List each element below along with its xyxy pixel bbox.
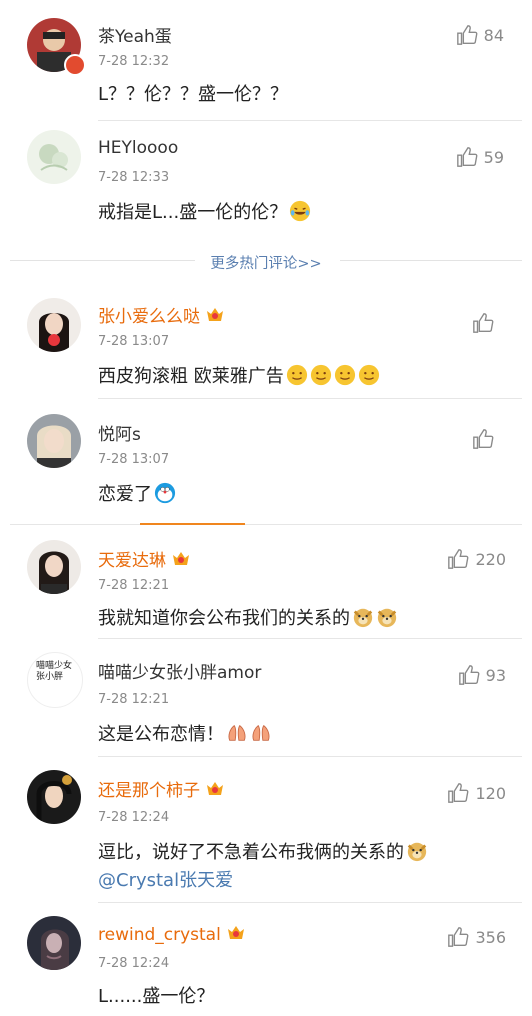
comment-text: 恋爱了 bbox=[98, 480, 176, 506]
like-count: 220 bbox=[475, 549, 506, 569]
smile-emoji-icon bbox=[310, 364, 331, 386]
comment-item: rewind_crystal 7-28 12:24 L......盛一伦？ 35… bbox=[10, 902, 522, 1006]
doge-emoji-icon bbox=[377, 608, 397, 628]
comment-author[interactable]: 茶Yeah蛋 bbox=[98, 22, 172, 47]
thumbs-up-icon bbox=[448, 783, 469, 803]
comment-text: 逗比，说好了不急着公布我俩的关系的 bbox=[98, 838, 428, 864]
comment-text: 戒指是L...盛一伦的伦？ bbox=[98, 198, 311, 224]
thumbs-up-icon bbox=[458, 665, 480, 685]
comment-time: 7-28 13:07 bbox=[98, 452, 170, 467]
comment-text: 这是公布恋情！ bbox=[98, 720, 272, 746]
avatar-calligraphy-text: 喵喵少女张小胖 bbox=[36, 661, 73, 682]
like-button[interactable]: 84 bbox=[456, 24, 504, 46]
smile-emoji-icon bbox=[286, 364, 307, 386]
thumbs-up-icon bbox=[473, 429, 494, 449]
avatar[interactable] bbox=[27, 770, 81, 824]
avatar[interactable] bbox=[27, 916, 81, 970]
comment-time: 7-28 12:24 bbox=[98, 956, 170, 971]
bow-hands-emoji-icon bbox=[252, 724, 270, 741]
doge-emoji-icon bbox=[407, 842, 427, 862]
doraemon-emoji-icon bbox=[154, 482, 176, 504]
like-count: 84 bbox=[483, 25, 504, 45]
comment-time: 7-28 12:24 bbox=[98, 810, 170, 825]
thumbs-up-icon bbox=[456, 147, 478, 167]
comment-item: 喵喵少女张小胖 喵喵少女张小胖amor 7-28 12:21 这是公布恋情！ 9… bbox=[10, 638, 522, 754]
comment-text: L......盛一伦？ bbox=[98, 986, 215, 1006]
comment-text: L？？伦？？盛一伦？？ bbox=[98, 84, 289, 105]
avatar[interactable] bbox=[27, 130, 81, 184]
comment-time: 7-28 12:33 bbox=[98, 170, 170, 185]
thumbs-up-icon bbox=[448, 927, 469, 947]
more-hot-comments-link[interactable]: 更多热门评论>> bbox=[10, 252, 522, 273]
like-button[interactable]: 220 bbox=[447, 548, 506, 570]
mention-link[interactable]: @Crystal张天爱 bbox=[98, 866, 233, 892]
like-count: 93 bbox=[485, 665, 506, 685]
vip-crown-icon bbox=[227, 926, 244, 939]
comment-author[interactable]: 张小爱么么哒 bbox=[98, 302, 225, 327]
like-count: 356 bbox=[475, 927, 506, 947]
comment-text: 西皮狗滚粗 欧莱雅广告 bbox=[98, 362, 380, 388]
like-button[interactable]: 356 bbox=[447, 926, 506, 948]
comment-item: 张小爱么么哒 7-28 13:07 西皮狗滚粗 欧莱雅广告 bbox=[10, 284, 522, 396]
comment-time: 7-28 12:21 bbox=[98, 692, 170, 707]
avatar[interactable]: 喵喵少女张小胖 bbox=[27, 652, 83, 708]
comment-time: 7-28 12:21 bbox=[98, 578, 170, 593]
bow-hands-emoji-icon bbox=[228, 724, 246, 741]
comment-item: 悦阿s 7-28 13:07 恋爱了 bbox=[10, 398, 522, 520]
comment-time: 7-28 12:32 bbox=[98, 54, 170, 69]
smile-emoji-icon bbox=[334, 364, 355, 386]
like-count: 120 bbox=[475, 783, 506, 803]
comment-text: 我就知道你会公布我们的关系的 bbox=[98, 604, 398, 630]
comment-author[interactable]: HEYloooo bbox=[98, 138, 178, 158]
like-button[interactable]: 93 bbox=[458, 664, 506, 686]
avatar[interactable] bbox=[27, 414, 81, 468]
avatar[interactable] bbox=[27, 540, 81, 594]
comment-item: 还是那个柿子 7-28 12:24 逗比，说好了不急着公布我俩的关系的 @Cry… bbox=[10, 756, 522, 902]
comment-author[interactable]: rewind_crystal bbox=[98, 924, 246, 945]
comment-time: 7-28 13:07 bbox=[98, 334, 170, 349]
section-divider bbox=[10, 524, 522, 525]
vip-crown-icon bbox=[207, 782, 223, 795]
thumbs-up-icon bbox=[448, 549, 469, 569]
vip-crown-icon bbox=[173, 552, 189, 565]
avatar[interactable] bbox=[27, 298, 81, 352]
comment-author[interactable]: 还是那个柿子 bbox=[98, 776, 225, 801]
comment-item: 天爱达琳 7-28 12:21 我就知道你会公布我们的关系的 220 bbox=[10, 526, 522, 638]
comment-author[interactable]: 喵喵少女张小胖amor bbox=[98, 658, 261, 683]
comments-panel: 茶Yeah蛋 7-28 12:32 L？？伦？？盛一伦？？ 84 HEYlooo… bbox=[10, 8, 522, 1006]
laugh-tears-emoji-icon bbox=[290, 200, 311, 222]
comment-item: HEYloooo 7-28 12:33 戒指是L...盛一伦的伦？ 59 bbox=[10, 120, 522, 260]
thumbs-up-icon bbox=[456, 25, 478, 45]
thumbs-up-icon bbox=[473, 313, 494, 333]
like-count: 59 bbox=[483, 147, 504, 167]
comment-item: 茶Yeah蛋 7-28 12:32 L？？伦？？盛一伦？？ 84 bbox=[10, 8, 522, 120]
verified-badge-icon bbox=[64, 54, 86, 76]
comment-author[interactable]: 悦阿s bbox=[98, 420, 141, 445]
doge-emoji-icon bbox=[353, 608, 373, 628]
comment-author[interactable]: 天爱达琳 bbox=[98, 546, 191, 571]
like-button[interactable]: 59 bbox=[456, 146, 504, 168]
like-button[interactable] bbox=[472, 312, 500, 334]
smile-emoji-icon bbox=[358, 364, 379, 386]
like-button[interactable] bbox=[472, 428, 500, 450]
like-button[interactable]: 120 bbox=[447, 782, 506, 804]
active-tab-indicator bbox=[140, 523, 245, 525]
vip-crown-icon bbox=[207, 308, 223, 321]
